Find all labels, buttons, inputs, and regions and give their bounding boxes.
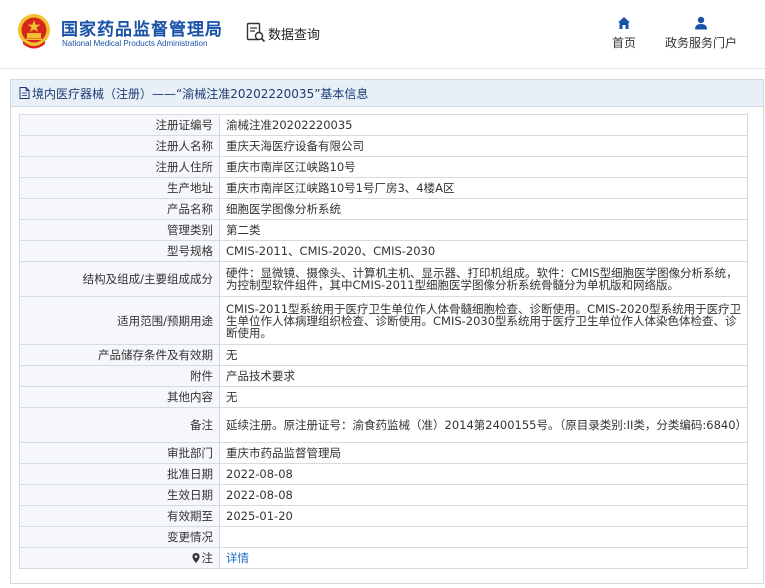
field-value [219,526,748,548]
field-label: 产品名称 [19,198,220,220]
field-label: 有效期至 [19,505,220,527]
field-label: 生产地址 [19,177,220,199]
field-value: 第二类 [219,219,748,241]
field-value: 硬件：显微镜、摄像头、计算机主机、显示器、打印机组成。软件：CMIS型细胞医学图… [219,261,748,297]
data-query-label: 数据查询 [268,27,321,43]
panel-header: 境内医疗器械（注册）——“渝械注准20202220035”基本信息 [11,80,763,107]
device-info-table: 注册证编号 渝械注准20202220035 注册人名称 重庆天海医疗设备有限公司… [19,114,748,569]
field-value: 2022-08-08 [219,484,748,506]
nav-service-label: 政务服务门户 [664,36,737,50]
field-label: 变更情况 [19,526,220,548]
document-icon [19,87,30,99]
national-emblem-icon[interactable] [17,13,51,49]
field-value: 2022-08-08 [219,463,748,485]
field-value: 2025-01-20 [219,505,748,527]
nav-home-label: 首页 [611,36,636,50]
note-value-cell: 详情 [219,547,748,569]
table-row: 生产地址 重庆市南岸区江峡路10号1号厂房3、4楼A区 [19,177,748,199]
table-row: 审批部门 重庆市药品监督管理局 [19,442,748,464]
field-label: 管理类别 [19,219,220,241]
field-value: 细胞医学图像分析系统 [219,198,748,220]
note-label-cell: 注 [19,547,220,569]
field-label: 其他内容 [19,386,220,408]
table-row: 注册人住所 重庆市南岸区江峡路10号 [19,156,748,178]
table-row: 型号规格 CMIS-2011、CMIS-2020、CMIS-2030 [19,240,748,262]
field-value: 重庆市南岸区江峡路10号1号厂房3、4楼A区 [219,177,748,199]
site-title[interactable]: 国家药品监督管理局 [61,15,223,40]
field-label: 注册人住所 [19,156,220,178]
field-label: 备注 [19,407,220,443]
field-label: 产品储存条件及有效期 [19,344,220,366]
table-row: 有效期至 2025-01-20 [19,505,748,527]
field-value: 重庆天海医疗设备有限公司 [219,135,748,157]
table-row: 生效日期 2022-08-08 [19,484,748,506]
data-query-icon [246,22,266,43]
table-row: 管理类别 第二类 [19,219,748,241]
field-label: 型号规格 [19,240,220,262]
field-value: 无 [219,386,748,408]
field-label: 适用范围/预期用途 [19,296,220,345]
field-value: 渝械注准20202220035 [219,114,748,136]
table-row: 其他内容 无 [19,386,748,408]
table-row: 注 详情 [19,547,748,569]
field-label: 审批部门 [19,442,220,464]
field-label: 附件 [19,365,220,387]
field-label: 批准日期 [19,463,220,485]
nav-home[interactable]: 首页 [610,16,638,51]
site-header: 国家药品监督管理局 National Medical Products Admi… [0,0,765,68]
pin-icon [191,553,200,563]
field-label: 结构及组成/主要组成成分 [19,261,220,297]
field-value: 重庆市南岸区江峡路10号 [219,156,748,178]
field-label: 注 [201,551,214,565]
table-row: 注册人名称 重庆天海医疗设备有限公司 [19,135,748,157]
field-value: 产品技术要求 [219,365,748,387]
table-row: 结构及组成/主要组成成分 硬件：显微镜、摄像头、计算机主机、显示器、打印机组成。… [19,261,748,297]
field-value: CMIS-2011型系统用于医疗卫生单位作人体骨髓细胞检查、诊断使用。CMIS-… [219,296,748,345]
panel-title: 境内医疗器械（注册）——“渝械注准20202220035”基本信息 [32,86,369,101]
field-value: 重庆市药品监督管理局 [219,442,748,464]
table-row: 批准日期 2022-08-08 [19,463,748,485]
header-divider [0,68,765,69]
table-row: 注册证编号 渝械注准20202220035 [19,114,748,136]
nav-service-portal[interactable]: 政务服务门户 [662,16,740,51]
field-label: 生效日期 [19,484,220,506]
table-row: 附件 产品技术要求 [19,365,748,387]
data-query-link[interactable]: 数据查询 [246,22,320,44]
field-value: 延续注册。原注册证号：渝食药监械（准）2014第2400155号。（原目录类别:… [219,407,748,443]
home-icon [618,17,630,29]
field-label: 注册人名称 [19,135,220,157]
field-value: CMIS-2011、CMIS-2020、CMIS-2030 [219,240,748,262]
field-label: 注册证编号 [19,114,220,136]
user-icon [695,16,707,30]
table-row: 变更情况 [19,526,748,548]
table-row: 产品储存条件及有效期 无 [19,344,748,366]
site-subtitle: National Medical Products Administration [62,39,208,48]
table-row: 适用范围/预期用途 CMIS-2011型系统用于医疗卫生单位作人体骨髓细胞检查、… [19,296,748,345]
table-row: 备注 延续注册。原注册证号：渝食药监械（准）2014第2400155号。（原目录… [19,407,748,443]
details-link[interactable]: 详情 [226,551,249,565]
field-value: 无 [219,344,748,366]
table-row: 产品名称 细胞医学图像分析系统 [19,198,748,220]
